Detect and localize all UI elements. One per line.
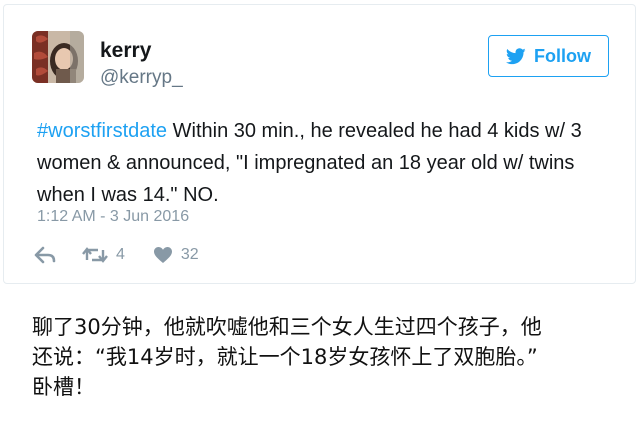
caption-text: 聊了30分钟，他就吹嘘他和三个女人生过四个孩子，他 还说：“我14岁时，就让一个… <box>32 312 632 402</box>
hashtag-link[interactable]: #worstfirstdate <box>37 120 167 142</box>
display-name[interactable]: kerry <box>100 39 151 63</box>
retweet-button[interactable]: 4 <box>82 246 125 264</box>
tweet-text: #worstfirstdate Within 30 min., he revea… <box>37 115 627 211</box>
follow-button[interactable]: Follow <box>488 35 609 77</box>
caption-line: 还说：“我14岁时，就让一个18岁女孩怀上了双胞胎。” <box>32 345 538 369</box>
twitter-bird-icon <box>506 47 526 64</box>
tweet-timestamp[interactable]: 1:12 AM - 3 Jun 2016 <box>37 208 189 226</box>
heart-icon <box>153 247 172 263</box>
caption-line: 聊了30分钟，他就吹嘘他和三个女人生过四个孩子，他 <box>32 315 542 339</box>
reply-icon <box>34 246 56 264</box>
follow-button-label: Follow <box>534 45 591 66</box>
user-handle[interactable]: @kerryp_ <box>100 67 183 89</box>
like-button[interactable]: 32 <box>153 246 199 264</box>
retweet-icon <box>82 247 108 263</box>
caption-line: 卧槽！ <box>32 375 95 399</box>
retweet-count: 4 <box>116 246 125 263</box>
tweet-actions: 4 32 <box>34 241 199 269</box>
avatar[interactable] <box>32 31 84 83</box>
profile-photo-icon <box>32 31 84 83</box>
tweet-card: kerry @kerryp_ Follow #worstfirstdate Wi… <box>3 4 636 284</box>
reply-button[interactable] <box>34 246 56 264</box>
like-count: 32 <box>180 246 199 263</box>
